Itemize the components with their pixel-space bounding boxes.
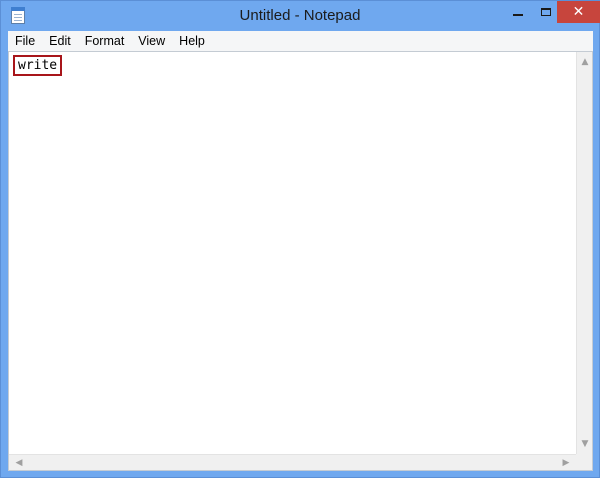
title-bar[interactable]: Untitled - Notepad ✕	[1, 1, 600, 31]
maximize-icon	[541, 8, 551, 16]
menu-view[interactable]: View	[131, 31, 172, 51]
vertical-scrollbar[interactable]: ▲ ▼	[576, 52, 592, 454]
text-area[interactable]: write	[9, 52, 577, 454]
minimize-button[interactable]	[504, 1, 532, 23]
minimize-icon	[513, 14, 523, 16]
menu-help[interactable]: Help	[172, 31, 212, 51]
close-button[interactable]: ✕	[557, 1, 600, 23]
scroll-right-icon[interactable]: ▶	[558, 455, 574, 471]
menu-edit[interactable]: Edit	[42, 31, 78, 51]
scrollbar-corner	[576, 454, 592, 470]
menu-format[interactable]: Format	[78, 31, 132, 51]
scroll-left-icon[interactable]: ◀	[11, 455, 27, 471]
maximize-button[interactable]	[532, 1, 560, 23]
scroll-down-icon[interactable]: ▼	[577, 436, 593, 452]
close-icon: ✕	[572, 4, 585, 20]
scroll-up-icon[interactable]: ▲	[577, 54, 593, 70]
horizontal-scrollbar[interactable]: ◀ ▶	[9, 454, 576, 470]
notepad-window: Untitled - Notepad ✕ File Edit Format Vi…	[0, 0, 600, 478]
text-editor[interactable]: write ▲ ▼ ◀ ▶	[8, 51, 593, 471]
typed-text-highlight[interactable]: write	[13, 55, 63, 76]
menu-file[interactable]: File	[8, 31, 42, 51]
menu-bar: File Edit Format View Help	[8, 31, 593, 51]
